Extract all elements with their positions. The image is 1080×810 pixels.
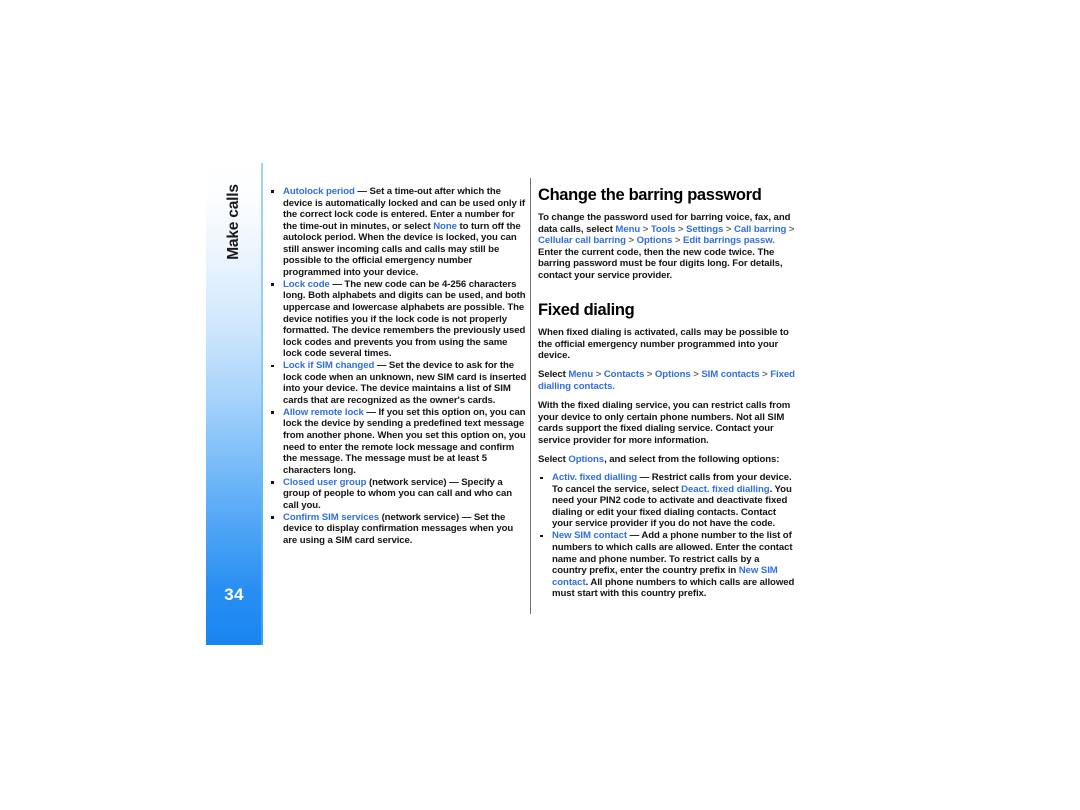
list-item: Closed user group (network service) — Sp…: [269, 477, 527, 512]
path-separator: >: [723, 223, 734, 235]
term-dash: —: [627, 530, 642, 542]
menu-path-item: Options: [654, 369, 691, 381]
term-dash: —: [329, 278, 345, 290]
bullet-dot: [271, 364, 274, 368]
inline-ui-value: Deact. fixed dialling: [681, 483, 770, 495]
setting-term: Allow remote lock: [283, 406, 364, 418]
menu-path-item: Menu: [615, 223, 641, 235]
setting-term: Lock code: [283, 278, 330, 290]
page-number: 34: [224, 585, 244, 604]
list-item: Allow remote lock — If you set this opti…: [269, 407, 527, 476]
bullet-dot: [271, 190, 274, 193]
setting-term: Lock if SIM changed: [283, 360, 375, 372]
options-lead: Select: [538, 453, 569, 465]
bullet-dot: [271, 411, 274, 414]
path-separator: >: [672, 235, 683, 247]
barring-password-paragraph: To change the password used for barring …: [538, 212, 796, 281]
list-item: New SIM contact — Add a phone number to …: [538, 530, 796, 599]
menu-path-item: Options: [636, 235, 673, 247]
fixed-dialing-description: With the fixed dialing service, you can …: [538, 400, 791, 446]
path-separator: >: [644, 369, 655, 381]
path-separator: >: [759, 369, 771, 381]
chapter-tab-edge: [261, 163, 263, 645]
section-heading-barring-password: Change the barring password: [538, 186, 762, 204]
bullet-dot: [540, 476, 543, 480]
setting-term: Closed user group: [283, 476, 367, 488]
fixed-dialing-options-list: Activ. fixed dialling — Restrict calls f…: [538, 472, 796, 600]
menu-path-item: Menu: [568, 369, 594, 381]
bullet-dot: [271, 283, 274, 286]
term-dash: (network service) —: [378, 511, 474, 523]
term-dash: —: [363, 406, 379, 418]
security-settings-list: Autolock period — Set a time-out after w…: [269, 186, 527, 546]
option-term: Activ. fixed dialling: [552, 472, 638, 484]
option-body-cont: . All phone numbers to which calls are a…: [552, 576, 795, 600]
setting-term: Autolock period: [283, 186, 355, 197]
section-heading-fixed-dialing: Fixed dialing: [538, 301, 635, 320]
bullet-dot: [271, 481, 274, 484]
list-item: Confirm SIM services (network service) —…: [269, 512, 527, 547]
paragraph-tail: Enter the current code, then the new cod…: [538, 246, 783, 281]
path-separator: >: [625, 235, 637, 247]
options-ui-label: Options: [568, 453, 605, 465]
term-dash: —: [637, 472, 652, 484]
term-dash: —: [354, 186, 370, 197]
document-page: Make calls 34 Autolock period — Set a ti…: [0, 0, 1080, 810]
fixed-dialing-intro: When fixed dialing is activated, calls m…: [538, 327, 789, 362]
options-lead-paragraph: Select Options, and select from the foll…: [538, 454, 796, 466]
bullet-dot: [540, 534, 543, 538]
list-item: Lock code — The new code can be 4-256 ch…: [269, 279, 527, 360]
list-item: Activ. fixed dialling — Restrict calls f…: [538, 472, 796, 530]
setting-term: Confirm SIM services: [283, 511, 379, 523]
column-divider: [530, 178, 531, 614]
path-separator: >: [690, 369, 702, 381]
chapter-tab: Make calls 34: [206, 163, 262, 645]
inline-ui-value: None: [433, 220, 457, 232]
chapter-label: Make calls: [225, 184, 242, 260]
menu-path-item: Settings: [686, 223, 724, 235]
fixed-dialing-menu-path: Select Menu > Contacts > Options > SIM c…: [538, 369, 796, 392]
select-lead: Select: [538, 369, 569, 381]
menu-path-item: SIM contacts: [701, 369, 760, 381]
path-separator: >: [593, 369, 604, 381]
menu-path-item: Cellular call barring: [538, 235, 626, 247]
list-item: Autolock period — Set a time-out after w…: [269, 186, 527, 278]
menu-path-item: Call barring: [733, 223, 787, 235]
bullet-dot: [271, 516, 274, 519]
options-tail: , and select from the following options:: [604, 453, 780, 465]
path-separator: >: [786, 223, 795, 235]
path-tail: .: [612, 380, 615, 392]
menu-path-item: Tools: [650, 223, 676, 235]
path-separator: >: [640, 223, 651, 235]
left-text-column: Autolock period — Set a time-out after w…: [269, 186, 527, 547]
right-text-column: Change the barring password To change th…: [538, 186, 796, 600]
menu-path-item: Contacts: [603, 369, 645, 381]
path-separator: >: [675, 223, 687, 235]
term-dash: —: [374, 360, 389, 372]
option-term: New SIM contact: [552, 530, 628, 542]
setting-body: The new code can be 4-256 characters lon…: [283, 278, 526, 360]
menu-path-item: Edit barrings passw.: [683, 235, 775, 247]
list-item: Lock if SIM changed — Set the device to …: [269, 360, 527, 406]
term-dash: (network service) —: [366, 476, 462, 488]
